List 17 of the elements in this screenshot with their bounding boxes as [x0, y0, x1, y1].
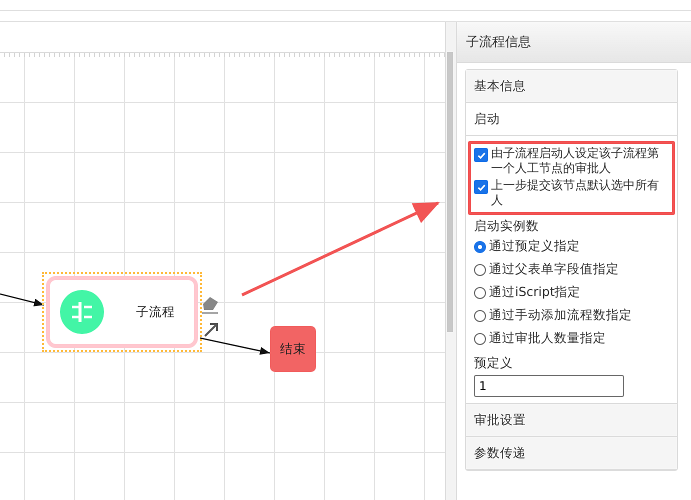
section-header[interactable]: 审批设置 [466, 404, 677, 437]
checkbox-label: 上一步提交该节点默认选中所有人 [491, 178, 660, 208]
radio-label: 通过审批人数量指定 [489, 330, 606, 347]
node-label: 子流程 [136, 304, 175, 320]
subprocess-node[interactable]: 子流程 [42, 272, 202, 352]
radio-label: 通过iScript指定 [489, 284, 581, 301]
radio-label: 通过父表单字段值指定 [489, 261, 619, 278]
radio-label: 通过手动添加流程数指定 [489, 307, 632, 324]
input-field[interactable]: 1 [474, 375, 624, 397]
section-header[interactable]: 基本信息 [466, 70, 677, 103]
radio-label: 通过预定义指定 [489, 238, 580, 255]
field-label: 启动实例数 [474, 217, 540, 234]
checkbox-label: 由子流程启动人设定该子流程第一个人工节点的审批人 [491, 146, 660, 176]
field-label: 预定义 [474, 354, 514, 372]
section-header[interactable]: 参数传递 [466, 437, 677, 470]
panel-title: 子流程信息 [457, 22, 691, 63]
end-node[interactable]: 结束 [270, 326, 316, 372]
